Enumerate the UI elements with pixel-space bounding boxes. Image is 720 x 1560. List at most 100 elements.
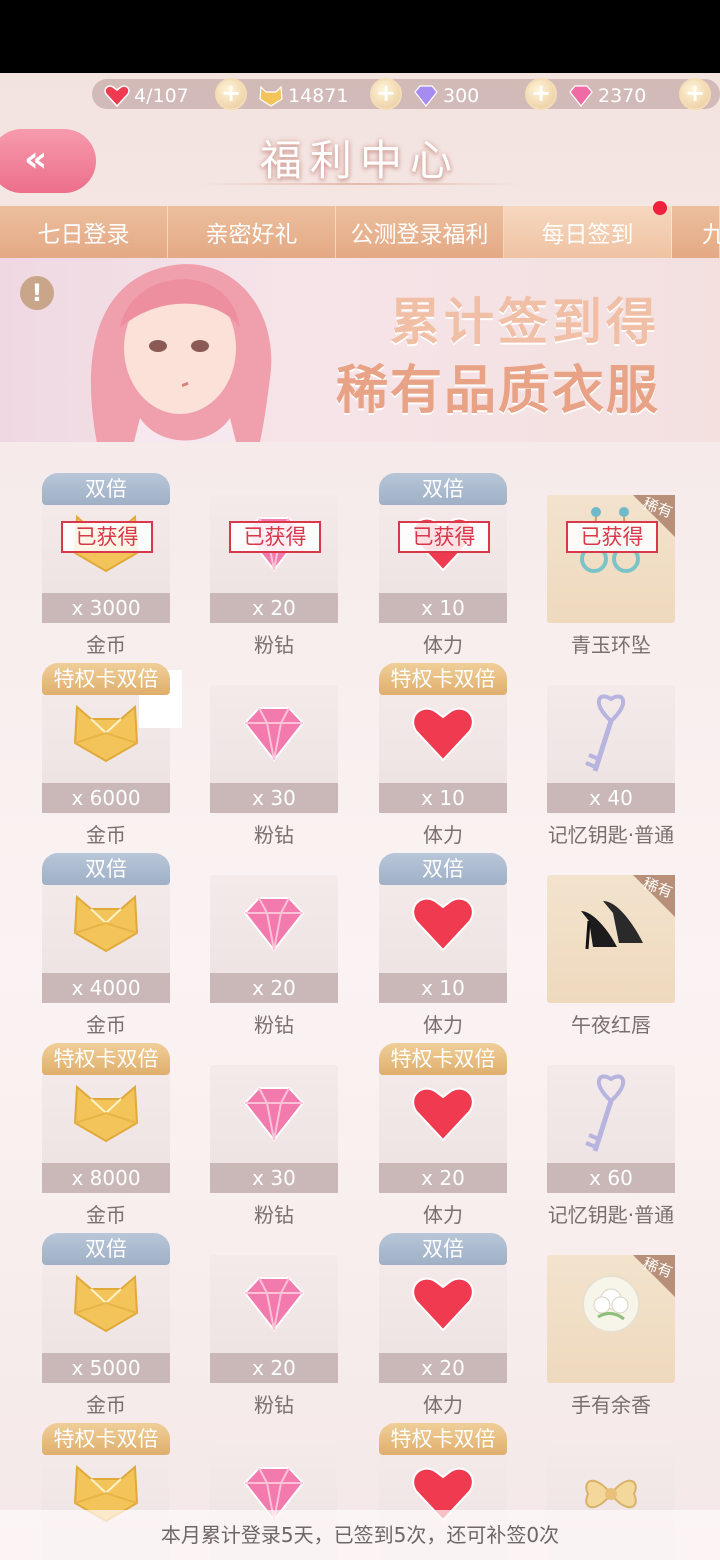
key-icon xyxy=(547,685,675,783)
reward-quantity: x 5000 xyxy=(42,1353,170,1383)
reward-quantity: x 30 xyxy=(210,1163,338,1193)
reward-name: 体力 xyxy=(423,1393,463,1417)
reward-name: 手有余香 xyxy=(571,1393,651,1417)
reward-item[interactable]: 双倍 x 3000 已获得 金币 xyxy=(42,473,170,663)
tab-daily-checkin-label: 每日签到 xyxy=(541,222,634,248)
reward-name: 粉钻 xyxy=(254,1393,294,1417)
reward-item[interactable]: 稀有 已获得 青玉环坠 xyxy=(547,473,675,663)
reward-quantity: x 6000 xyxy=(42,783,170,813)
privilege-double-tag: 特权卡双倍 xyxy=(42,1423,170,1455)
reward-item[interactable]: x 20 已获得 粉钻 xyxy=(210,473,338,663)
reward-quantity: x 4000 xyxy=(42,973,170,1003)
reward-name: 体力 xyxy=(423,1203,463,1227)
reward-quantity: x 20 xyxy=(210,973,338,1003)
reward-item[interactable]: 双倍 x 20 体力 xyxy=(379,1233,507,1423)
reward-name: 粉钻 xyxy=(254,1013,294,1037)
double-reward-tag: 双倍 xyxy=(379,853,507,885)
rare-corner: 稀有 xyxy=(547,494,675,623)
double-reward-tag: 双倍 xyxy=(42,473,170,505)
add-diamonds-button[interactable]: + xyxy=(525,78,557,110)
heart-icon xyxy=(379,1065,507,1163)
page-title: 福利中心 xyxy=(259,136,460,185)
reward-name: 体力 xyxy=(423,823,463,847)
coin-resource: 14871 xyxy=(258,81,348,111)
obtained-stamp: 已获得 xyxy=(61,521,153,553)
title-divider xyxy=(200,183,520,185)
tab-intimacy-gift[interactable]: 亲密好礼 xyxy=(168,206,336,258)
reward-item[interactable]: 特权卡双倍 x 10 体力 xyxy=(379,663,507,853)
reward-name: 粉钻 xyxy=(254,633,294,657)
reward-item[interactable]: 稀有 手有余香 xyxy=(547,1233,675,1423)
reward-item[interactable]: x 40 记忆钥匙·普通 xyxy=(547,663,675,853)
pink-diamond-resource: 2370 xyxy=(568,81,646,111)
reward-quantity: x 20 xyxy=(210,1353,338,1383)
reward-quantity: x 30 xyxy=(210,783,338,813)
add-stamina-button[interactable]: + xyxy=(215,78,247,110)
reward-item[interactable]: 特权卡双倍 x 20 体力 xyxy=(379,1043,507,1233)
heart-icon xyxy=(104,84,130,108)
reward-quantity: x 20 xyxy=(379,1163,507,1193)
diamond-icon xyxy=(210,1065,338,1163)
double-reward-tag: 双倍 xyxy=(379,1233,507,1265)
diamond-icon xyxy=(210,1255,338,1353)
obtained-stamp: 已获得 xyxy=(229,521,321,553)
tab-daily-checkin[interactable]: 每日签到 xyxy=(504,201,672,258)
reward-quantity: x 10 xyxy=(379,593,507,623)
banner-headline: 累计签到得 xyxy=(390,293,660,351)
privilege-double-tag: 特权卡双倍 xyxy=(379,1043,507,1075)
add-pink-diamonds-button[interactable]: + xyxy=(679,78,711,110)
reward-item[interactable]: 双倍 x 4000 金币 xyxy=(42,853,170,1043)
coin-value: 14871 xyxy=(288,85,349,107)
reward-item[interactable]: 稀有 午夜红唇 xyxy=(547,853,675,1043)
reward-item[interactable]: x 30 粉钻 xyxy=(210,663,338,853)
reward-item[interactable]: x 30 粉钻 xyxy=(210,1043,338,1233)
privilege-double-tag: 特权卡双倍 xyxy=(42,1043,170,1075)
reward-quantity: x 20 xyxy=(379,1353,507,1383)
info-icon[interactable]: ! xyxy=(20,276,54,310)
reward-name: 午夜红唇 xyxy=(571,1013,651,1037)
reward-name: 金币 xyxy=(86,1393,126,1417)
obtained-stamp: 已获得 xyxy=(566,521,658,553)
reward-name: 记忆钥匙·普通 xyxy=(547,823,675,847)
reward-name: 粉钻 xyxy=(254,1203,294,1227)
reward-item[interactable]: 双倍 x 10 体力 xyxy=(379,853,507,1043)
reward-item[interactable]: 特权卡双倍 x 6000 金币 xyxy=(42,663,170,853)
promo-banner: ! 累计签到得 稀有品质衣服 xyxy=(0,258,720,442)
reward-item[interactable]: x 20 粉钻 xyxy=(210,853,338,1043)
reward-item[interactable]: 特权卡双倍 x 8000 金币 xyxy=(42,1043,170,1233)
banner-subheadline: 稀有品质衣服 xyxy=(335,361,660,421)
coin-icon xyxy=(258,84,284,108)
reward-name: 金币 xyxy=(86,633,126,657)
diamond-value: 300 xyxy=(443,85,480,107)
coin-icon xyxy=(42,1255,170,1353)
reward-item[interactable]: 双倍 x 10 已获得 体力 xyxy=(379,473,507,663)
status-bar xyxy=(0,0,720,73)
rare-corner: 稀有 xyxy=(547,1254,675,1383)
rare-corner: 稀有 xyxy=(547,874,675,1003)
heart-icon xyxy=(379,685,507,783)
reward-quantity: x 10 xyxy=(379,973,507,1003)
notification-dot xyxy=(653,201,667,215)
reward-item[interactable]: x 20 粉钻 xyxy=(210,1233,338,1423)
tab-more[interactable]: 九 xyxy=(672,206,720,258)
privilege-double-tag: 特权卡双倍 xyxy=(42,663,170,695)
diamond-resource: 300 xyxy=(413,81,479,111)
diamond-icon xyxy=(210,875,338,973)
key-icon xyxy=(547,1065,675,1163)
checkin-summary: 本月累计登录5天，已签到5次，还可补签0次 xyxy=(0,1510,720,1560)
add-coins-button[interactable]: + xyxy=(370,78,402,110)
tab-beta-login-welfare[interactable]: 公测登录福利 xyxy=(336,206,504,258)
pink-diamond-value: 2370 xyxy=(598,85,647,107)
reward-item[interactable]: 双倍 x 5000 金币 xyxy=(42,1233,170,1423)
double-reward-tag: 双倍 xyxy=(379,473,507,505)
diamond-icon xyxy=(210,685,338,783)
reward-item[interactable]: x 60 记忆钥匙·普通 xyxy=(547,1043,675,1233)
tab-seven-day-login[interactable]: 七日登录 xyxy=(0,206,168,258)
pink-diamond-icon xyxy=(568,84,594,108)
reward-quantity: x 40 xyxy=(547,783,675,813)
stamina-resource: 4/107 xyxy=(104,81,189,111)
tab-bar: 七日登录 亲密好礼 公测登录福利 每日签到 九 xyxy=(0,201,720,258)
character-illustration xyxy=(90,264,272,442)
reward-name: 记忆钥匙·普通 xyxy=(547,1203,675,1227)
privilege-double-tag: 特权卡双倍 xyxy=(379,1423,507,1455)
